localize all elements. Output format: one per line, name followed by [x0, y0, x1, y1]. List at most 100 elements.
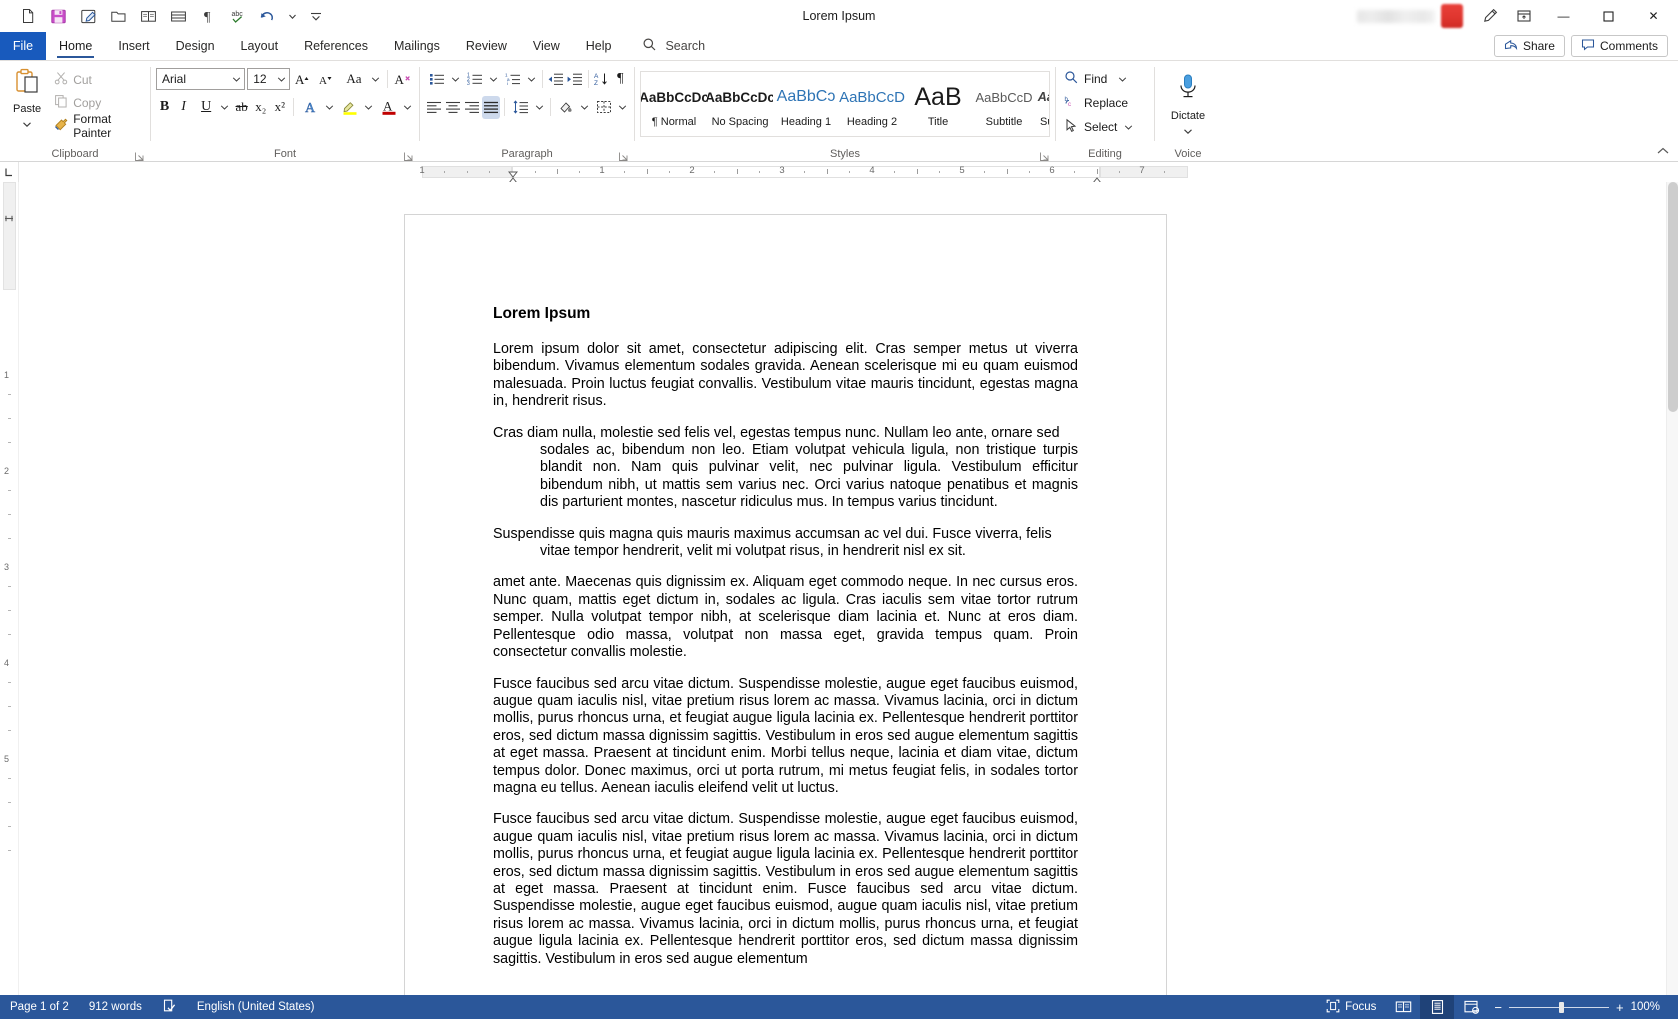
zoom-level-label[interactable]: 100%	[1631, 1001, 1668, 1013]
zoom-in-button[interactable]: +	[1616, 1001, 1624, 1014]
font-color-split[interactable]: A	[377, 96, 414, 119]
chevron-down-icon[interactable]	[362, 96, 375, 119]
bullets-split[interactable]	[425, 68, 462, 91]
style-heading-1[interactable]: AaBbCɔ Heading 1	[773, 72, 839, 136]
tab-insert[interactable]: Insert	[105, 32, 162, 60]
font-size-combo[interactable]: 12	[247, 68, 291, 90]
search-input[interactable]: Search	[624, 32, 715, 60]
zoom-slider-handle[interactable]	[1558, 1001, 1564, 1013]
copy-button[interactable]: Copy	[49, 92, 145, 113]
underline-split[interactable]: U	[194, 96, 231, 119]
close-button[interactable]: ✕	[1631, 0, 1676, 32]
maximize-button[interactable]	[1586, 0, 1631, 32]
undo-dropdown-icon[interactable]	[284, 3, 300, 29]
word-count-status[interactable]: 912 words	[79, 995, 152, 1019]
dictate-button[interactable]: Dictate	[1160, 69, 1216, 146]
zoom-control[interactable]: − + 100%	[1488, 1001, 1678, 1014]
highlight-split[interactable]	[338, 96, 375, 119]
increase-indent-icon[interactable]	[566, 68, 584, 91]
line-spacing-split[interactable]	[509, 96, 546, 119]
right-indent-marker[interactable]	[1092, 171, 1101, 182]
read-mode-view-button[interactable]	[1386, 995, 1420, 1019]
tab-help[interactable]: Help	[573, 32, 625, 60]
web-layout-view-button[interactable]	[1454, 995, 1488, 1019]
grow-font-button[interactable]: A	[292, 68, 313, 91]
chevron-down-icon[interactable]	[1118, 72, 1127, 86]
scrollbar-thumb[interactable]	[1668, 182, 1678, 412]
read-mode-icon[interactable]	[134, 3, 162, 29]
paragraph-dialog-launcher[interactable]	[618, 149, 630, 161]
ribbon-display-options-icon[interactable]	[1507, 2, 1541, 30]
tab-design[interactable]: Design	[163, 32, 228, 60]
print-layout-view-button[interactable]	[1420, 995, 1455, 1019]
ink-pen-icon[interactable]	[1473, 2, 1507, 30]
cut-button[interactable]: Cut	[49, 69, 145, 90]
table-icon[interactable]	[164, 3, 192, 29]
style-no-spacing[interactable]: AaBbCcDc No Spacing	[707, 72, 773, 136]
horizontal-ruler[interactable]: 1 1 2 3 4 5 6 7	[19, 162, 1678, 182]
font-name-combo[interactable]: Arial	[156, 68, 246, 90]
format-painter-button[interactable]: Format Painter	[49, 112, 145, 140]
open-folder-icon[interactable]	[104, 3, 132, 29]
focus-mode-button[interactable]: Focus	[1316, 995, 1386, 1019]
dictate-dropdown-icon[interactable]	[1183, 122, 1193, 140]
shading-split[interactable]	[554, 96, 591, 119]
tab-mailings[interactable]: Mailings	[381, 32, 453, 60]
page-content[interactable]: Lorem Ipsum Lorem ipsum dolor sit amet, …	[405, 215, 1166, 968]
zoom-out-button[interactable]: −	[1494, 1001, 1502, 1014]
multilevel-list-split[interactable]: 1ai	[501, 68, 538, 91]
chevron-down-icon[interactable]	[616, 96, 629, 119]
collapse-ribbon-button[interactable]	[1654, 143, 1672, 159]
text-effects-button[interactable]: A	[299, 96, 323, 119]
change-case-button[interactable]: Aa	[339, 68, 369, 91]
sort-icon[interactable]: AZ	[592, 68, 610, 91]
style-heading-2[interactable]: AaBbCcD Heading 2	[839, 72, 905, 136]
tab-stop-selector[interactable]	[0, 162, 19, 182]
text-highlight-button[interactable]	[338, 96, 362, 119]
font-dialog-launcher[interactable]	[403, 149, 415, 161]
align-left-icon[interactable]	[425, 96, 443, 119]
chevron-down-icon[interactable]	[369, 68, 382, 91]
undo-icon[interactable]	[254, 3, 282, 29]
find-button[interactable]: Find	[1061, 68, 1149, 90]
chevron-down-icon[interactable]	[1124, 120, 1133, 134]
shrink-font-button[interactable]: A	[316, 68, 337, 91]
change-case-split[interactable]: Aa	[339, 68, 382, 91]
clear-formatting-button[interactable]: A	[393, 68, 414, 91]
autosave-edit-icon[interactable]	[74, 3, 102, 29]
vertical-ruler[interactable]: 1 2 3 4 5	[0, 182, 19, 995]
zoom-slider[interactable]	[1508, 1001, 1609, 1013]
share-button[interactable]: Share	[1493, 35, 1565, 57]
line-spacing-icon[interactable]	[509, 96, 533, 119]
paste-button[interactable]: Paste	[5, 65, 49, 146]
style-subtitle[interactable]: AaBbCcD Subtitle	[971, 72, 1037, 136]
style-subtle-emphasis[interactable]: AaBbCcDc Subtle Em...	[1037, 72, 1049, 136]
styles-dialog-launcher[interactable]	[1039, 149, 1051, 161]
chevron-down-icon[interactable]	[218, 96, 231, 119]
text-effects-split[interactable]: A	[299, 96, 336, 119]
document-canvas[interactable]: Lorem Ipsum Lorem ipsum dolor sit amet, …	[19, 182, 1678, 995]
borders-split[interactable]	[592, 96, 629, 119]
subscript-button[interactable]: x₂	[252, 96, 269, 119]
chevron-down-icon[interactable]	[533, 96, 546, 119]
numbering-split[interactable]: 123	[463, 68, 500, 91]
chevron-down-icon[interactable]	[401, 96, 414, 119]
avatar[interactable]	[1441, 4, 1463, 28]
page-number-status[interactable]: Page 1 of 2	[0, 995, 79, 1019]
chevron-down-icon[interactable]	[449, 68, 462, 91]
save-icon[interactable]	[44, 3, 72, 29]
superscript-button[interactable]: x²	[271, 96, 288, 119]
spelling-icon[interactable]: abc	[224, 3, 252, 29]
font-color-button[interactable]: A	[377, 96, 401, 119]
italic-button[interactable]: I	[175, 96, 192, 119]
chevron-down-icon[interactable]	[578, 96, 591, 119]
style-title[interactable]: AaB Title	[905, 72, 971, 136]
decrease-indent-icon[interactable]	[547, 68, 565, 91]
numbering-icon[interactable]: 123	[463, 68, 487, 91]
chevron-down-icon[interactable]	[487, 68, 500, 91]
tab-review[interactable]: Review	[453, 32, 520, 60]
underline-button[interactable]: U	[194, 96, 218, 119]
customize-qat-icon[interactable]	[302, 3, 330, 29]
hanging-indent-marker[interactable]	[508, 171, 517, 182]
tab-layout[interactable]: Layout	[228, 32, 292, 60]
